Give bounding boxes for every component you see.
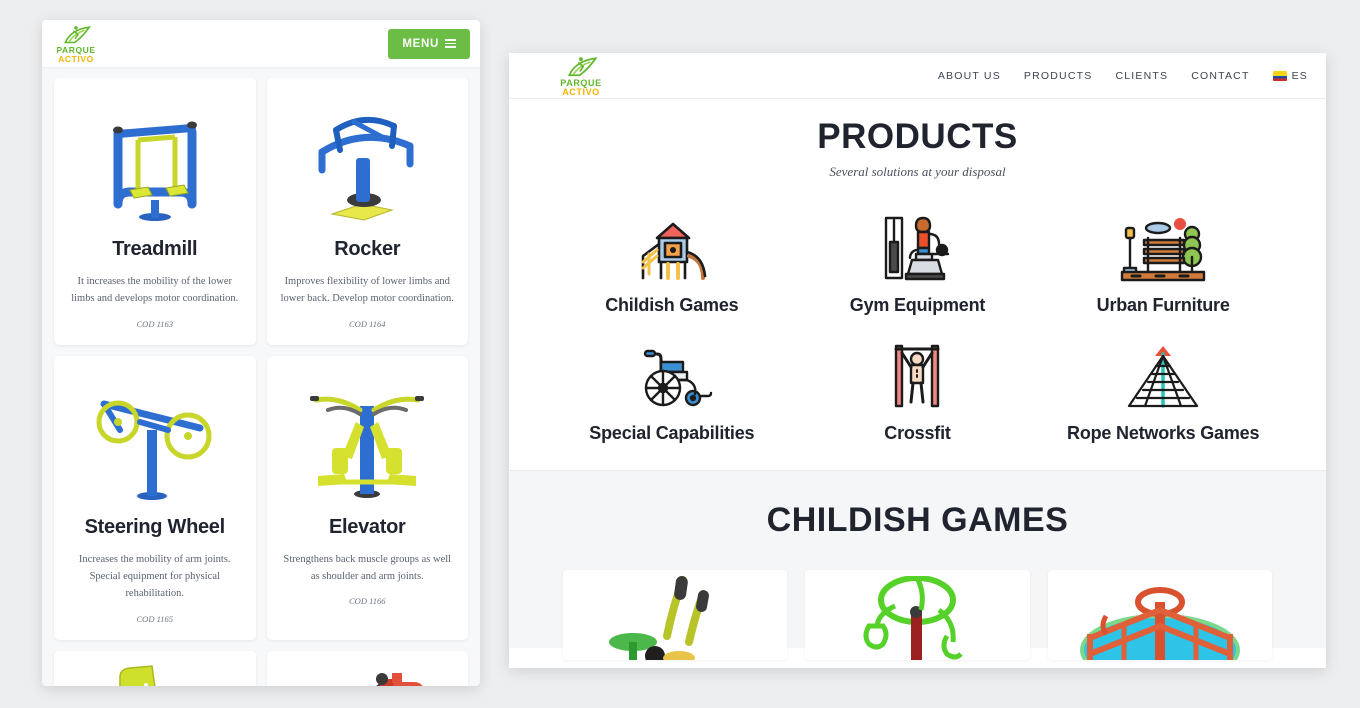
- colombia-flag-icon: [1272, 70, 1287, 81]
- nav-item-about-us[interactable]: ABOUT US: [938, 70, 1001, 82]
- nav-item-products[interactable]: PRODUCTS: [1024, 70, 1093, 82]
- product-card[interactable]: Elevator Strengthens back muscle groups …: [266, 355, 468, 640]
- park-bench-lamppost-icon: [1116, 210, 1210, 284]
- category-grid: Childish Games Gym Equipment Urban Furni…: [549, 210, 1286, 444]
- section-title: CHILDISH GAMES: [766, 501, 1069, 539]
- product-image-partial-1: [66, 664, 244, 686]
- product-card[interactable]: Steering Wheel Increases the mobility of…: [54, 355, 256, 640]
- mobile-header: PARQUE ACTIVO MENU: [42, 20, 480, 67]
- brand-logo-desktop[interactable]: PARQUE ACTIVO: [559, 55, 603, 97]
- category-label: Crossfit: [884, 423, 951, 443]
- gallery-image-1: [609, 576, 710, 660]
- product-title: Steering Wheel: [84, 515, 226, 538]
- product-description: Increases the mobility of arm joints. Sp…: [78, 553, 231, 600]
- childish-games-section: CHILDISH GAMES: [509, 470, 1326, 660]
- gallery-image-3: [1079, 587, 1240, 660]
- language-label: ES: [1291, 69, 1308, 82]
- screenshot-stage: PARQUE ACTIVO MENU Treadmill It increase…: [0, 0, 1360, 708]
- product-card[interactable]: Treadmill It increases the mobility of t…: [54, 78, 256, 345]
- products-section: PRODUCTS Several solutions at your dispo…: [509, 99, 1326, 470]
- product-image-elevator: [279, 370, 457, 510]
- desktop-navigation: ABOUT US PRODUCTS CLIENTS CONTACT ES: [938, 70, 1308, 82]
- brand-word-2: ACTIVO: [58, 53, 94, 64]
- gallery-item[interactable]: [805, 570, 1030, 660]
- desktop-preview-panel: PARQUE ACTIVO ABOUT US PRODUCTS CLIENTS …: [509, 53, 1326, 668]
- weight-machine-person-icon: [872, 210, 962, 284]
- gallery-item[interactable]: [1047, 570, 1272, 660]
- mobile-menu-button[interactable]: MENU: [388, 28, 470, 59]
- gallery-image-2: [863, 576, 964, 660]
- category-label: Rope Networks Games: [1067, 423, 1260, 443]
- brand-logo-mobile[interactable]: PARQUE ACTIVO: [56, 24, 96, 63]
- language-switcher[interactable]: ES: [1272, 69, 1308, 82]
- product-description: Improves flexibility of lower limbs and …: [280, 276, 454, 305]
- category-label: Childish Games: [605, 295, 739, 315]
- parque-activo-runner-logo-icon: [64, 26, 92, 44]
- product-title: Rocker: [334, 238, 401, 260]
- product-card[interactable]: [266, 650, 468, 686]
- desktop-header: PARQUE ACTIVO ABOUT US PRODUCTS CLIENTS …: [509, 53, 1326, 99]
- page-title: PRODUCTS: [817, 117, 1018, 156]
- product-image-rocker: [279, 92, 457, 232]
- rope-pyramid-net-icon: [1115, 338, 1211, 412]
- product-description: It increases the mobility of the lower l…: [71, 276, 239, 305]
- playhouse-slide-icon: [627, 210, 717, 284]
- wheelchair-icon: [627, 338, 717, 412]
- hamburger-icon: [445, 39, 456, 48]
- category-gym-equipment[interactable]: Gym Equipment: [795, 210, 1041, 316]
- product-code: COD 1165: [136, 613, 173, 624]
- product-image-partial-2: [279, 665, 457, 686]
- mobile-product-grid: Treadmill It increases the mobility of t…: [42, 67, 480, 686]
- product-card[interactable]: [54, 650, 256, 686]
- gallery-item[interactable]: [563, 570, 788, 660]
- product-title: Treadmill: [112, 238, 198, 260]
- brand-word-2: ACTIVO: [562, 86, 600, 97]
- page-subtitle: Several solutions at your disposal: [829, 164, 1006, 179]
- mobile-preview-panel: PARQUE ACTIVO MENU Treadmill It increase…: [42, 20, 480, 686]
- product-code: COD 1164: [349, 318, 386, 329]
- nav-item-clients[interactable]: CLIENTS: [1115, 70, 1168, 82]
- category-urban-furniture[interactable]: Urban Furniture: [1040, 210, 1286, 316]
- section-gallery: [509, 540, 1326, 660]
- mobile-menu-label: MENU: [402, 37, 439, 50]
- category-label: Urban Furniture: [1096, 295, 1230, 315]
- product-image-steering-wheel: [66, 370, 244, 510]
- category-crossfit[interactable]: Crossfit: [795, 338, 1041, 444]
- product-code: COD 1163: [136, 318, 173, 329]
- parque-activo-runner-logo-icon: [567, 56, 598, 76]
- product-image-treadmill: [66, 92, 244, 232]
- category-rope-networks-games[interactable]: Rope Networks Games: [1040, 338, 1286, 444]
- product-card[interactable]: Rocker Improves flexibility of lower lim…: [266, 78, 468, 345]
- product-description: Strengthens back muscle groups as well a…: [283, 553, 452, 582]
- category-label: Special Capabilities: [589, 423, 755, 443]
- category-childish-games[interactable]: Childish Games: [549, 210, 795, 316]
- pullup-bar-person-icon: [872, 338, 962, 412]
- product-title: Elevator: [328, 515, 406, 538]
- category-label: Gym Equipment: [849, 295, 986, 315]
- category-special-capabilities[interactable]: Special Capabilities: [549, 338, 795, 444]
- product-code: COD 1166: [349, 596, 386, 607]
- nav-item-contact[interactable]: CONTACT: [1191, 70, 1249, 82]
